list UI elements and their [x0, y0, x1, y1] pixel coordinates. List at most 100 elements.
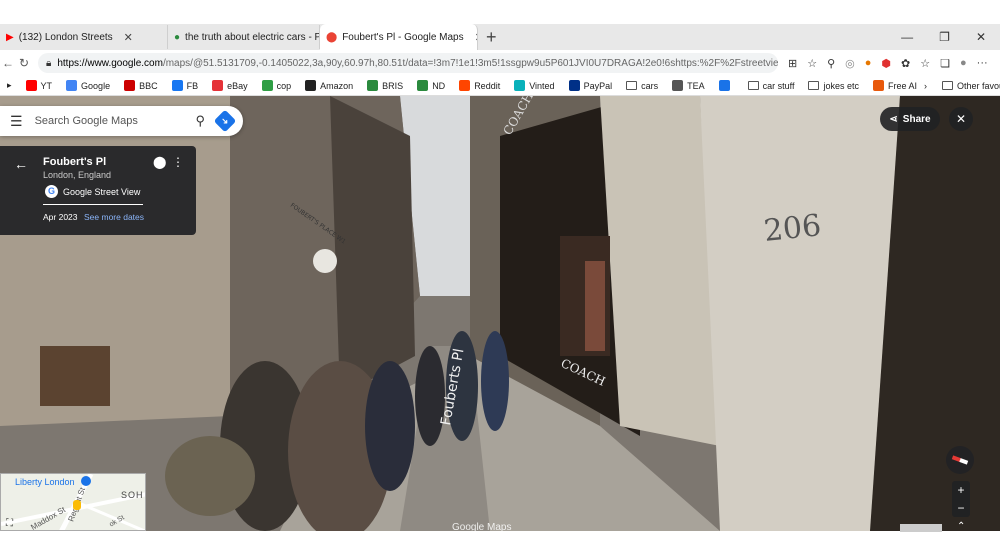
address-bar: ← ↻ 🔒︎ https://www.google.com/maps/@51.5…	[0, 50, 1000, 76]
bookmark-label: Amazon	[320, 80, 354, 91]
bookmark-item[interactable]: eBay	[205, 80, 255, 91]
url-path: /maps/@51.5131709,-0.1405022,3a,90y,60.9…	[162, 57, 778, 69]
more-icon[interactable]: ···	[977, 57, 988, 70]
extension-icon[interactable]: ◎	[845, 57, 855, 70]
more-vert-icon[interactable]: ⋮	[172, 155, 184, 169]
bookmark-label: BBC	[139, 80, 158, 91]
reload-icon[interactable]: ↻	[16, 56, 32, 70]
place-subtitle: London, England	[43, 170, 112, 180]
bookmark-item[interactable]: jokes etc	[801, 81, 866, 91]
close-street-view-button[interactable]: ✕	[949, 107, 973, 131]
bookmark-overflow-icon[interactable]: ▸	[0, 80, 19, 91]
tab-electric-cars[interactable]: ● the truth about electric cars - Page ✕	[168, 25, 320, 49]
bookmark-item[interactable]: FB	[165, 80, 206, 91]
avatar[interactable]: ●	[960, 57, 967, 70]
bookmark-item[interactable]: BBC	[117, 80, 165, 91]
google-icon	[66, 80, 78, 91]
folder-icon	[942, 81, 954, 90]
street-view-source: G Google Street View	[45, 185, 140, 198]
bookmark-item[interactable]: Amazon	[298, 80, 360, 91]
bookmark-item[interactable]: TEA	[665, 80, 712, 91]
directions-icon[interactable]: ➜	[213, 109, 237, 133]
location-icon[interactable]: ⚲	[827, 57, 835, 70]
bookmark-label: Reddit	[474, 80, 501, 91]
search-icon[interactable]: ⚲	[195, 113, 205, 129]
folder-icon	[808, 81, 820, 90]
bookmark-item[interactable]: Google	[59, 80, 117, 91]
search-box[interactable]: ☰ Search Google Maps ⚲ ➜	[0, 106, 243, 136]
mini-map[interactable]: Liberty London SOH Maddox St Regent St o…	[0, 473, 146, 531]
bookmark-item[interactable]: car stuff	[741, 81, 802, 91]
tab-google-maps[interactable]: ⬤ Foubert's Pl - Google Maps ✕	[320, 24, 478, 50]
location-pin-icon[interactable]: ⬤	[153, 155, 166, 169]
close-icon[interactable]: ✕	[124, 31, 133, 44]
bookmark-item[interactable]: cop	[255, 80, 299, 91]
folder-icon	[626, 81, 638, 90]
bookmark-item[interactable]: ND	[410, 80, 452, 91]
expand-icon[interactable]: ⌃	[957, 521, 965, 532]
share-label: Share	[902, 113, 931, 125]
area-label: SOH	[121, 490, 144, 500]
bookmark-item[interactable]: BRIS	[360, 80, 410, 91]
see-more-dates-link[interactable]: See more dates	[84, 212, 144, 222]
close-icon[interactable]: ✕	[475, 31, 477, 44]
back-arrow-icon[interactable]: ←	[0, 56, 16, 70]
bookmark-label: car stuff	[762, 80, 795, 91]
lock-icon: 🔒︎	[46, 57, 52, 69]
window-close-button[interactable]: ✕	[976, 30, 986, 44]
back-arrow-icon[interactable]: ←	[14, 156, 28, 172]
app-icon[interactable]: ⊞	[788, 57, 797, 70]
puzzle-icon[interactable]: ✿	[901, 57, 910, 70]
bookmark-label: Google	[81, 80, 111, 91]
ebay-icon	[212, 80, 224, 91]
bookmark-label: PayPal	[583, 80, 613, 91]
bookmark-item[interactable]: cars	[619, 81, 665, 91]
bookmark-label: BRIS	[382, 80, 404, 91]
top-margin	[0, 0, 1000, 24]
bris-icon	[367, 80, 379, 91]
cop-icon	[261, 80, 273, 91]
new-tab-button[interactable]: +	[486, 27, 497, 48]
place-title: Foubert's Pl	[43, 156, 107, 168]
bookmark-item[interactable]: Vinted	[507, 80, 561, 91]
chevron-right-icon[interactable]: ›	[924, 81, 927, 91]
extension-icons: ⊞ ☆ ⚲ ◎ ● ⬢ ✿ ☆ ❏ ● ···	[788, 57, 988, 70]
adblock-icon[interactable]: ⬢	[881, 57, 891, 70]
bookmark-item[interactable]: PayPal	[562, 80, 620, 91]
google-icon: G	[45, 185, 58, 198]
extension-icon[interactable]: ●	[865, 57, 872, 70]
folder-icon	[747, 81, 759, 90]
bookmark-item[interactable]	[712, 80, 741, 91]
bookmark-label: cop	[276, 80, 292, 91]
bookmark-other-favourites[interactable]: Other favourites	[935, 81, 1000, 91]
fullscreen-icon[interactable]: ⛶	[6, 518, 13, 529]
zoom-out-button[interactable]: −	[952, 499, 970, 517]
collections-icon[interactable]: ❏	[940, 57, 950, 70]
nd-icon	[417, 80, 429, 91]
compass-icon[interactable]	[946, 446, 974, 474]
tab-strip: ▶ (132) London Streets ✕ ● the truth abo…	[0, 24, 1000, 50]
share-button[interactable]: ⋖ Share	[880, 107, 940, 131]
search-input[interactable]: Search Google Maps	[35, 115, 184, 127]
menu-icon[interactable]: ☰	[10, 113, 23, 130]
favorites-icon[interactable]: ☆	[920, 57, 930, 70]
minimize-button[interactable]: —	[901, 30, 913, 44]
zoom-in-button[interactable]: +	[952, 481, 970, 499]
source-label: Google Street View	[63, 186, 141, 197]
reddit-icon	[459, 80, 471, 91]
tab-label: (132) London Streets	[18, 31, 113, 43]
paypal-icon	[568, 80, 580, 91]
bookmark-item[interactable]: YT	[19, 80, 60, 91]
tab-youtube[interactable]: ▶ (132) London Streets ✕	[0, 25, 168, 49]
bookmark-label: eBay	[227, 80, 248, 91]
map-place-label: Liberty London	[15, 477, 75, 487]
capture-date: Apr 2023	[43, 212, 78, 222]
bookmark-item[interactable]: Reddit	[452, 80, 507, 91]
bookmark-item[interactable]: Free AI	[866, 80, 924, 91]
url-field[interactable]: 🔒︎ https://www.google.com/maps/@51.51317…	[38, 53, 778, 73]
star-icon[interactable]: ☆	[807, 57, 817, 70]
tab-label: Foubert's Pl - Google Maps	[342, 31, 464, 43]
bbc-icon	[124, 80, 136, 91]
maximize-button[interactable]: ❐	[939, 30, 950, 44]
youtube-icon: ▶	[6, 31, 14, 43]
